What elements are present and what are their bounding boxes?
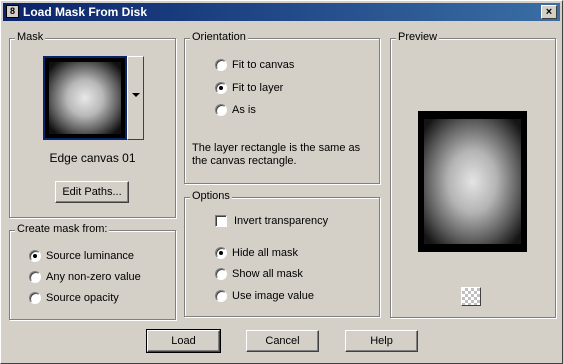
dialog-window: 8 Load Mask From Disk × Mask Edge canvas… [0,0,563,364]
radio-indicator [29,292,41,304]
radio-label: Any non-zero value [46,271,141,283]
radio-label: Source opacity [46,292,119,304]
radio-label: Source luminance [46,250,135,262]
checkbox-indicator [215,215,227,227]
mask-name: Edge canvas 01 [49,151,136,165]
radio-indicator [215,59,227,71]
radio-indicator [29,250,41,262]
radio-indicator [215,247,227,259]
app-icon: 8 [6,5,19,18]
preview-legend: Preview [396,31,440,43]
radio-use-image-value[interactable]: Use image value [215,290,314,302]
orientation-legend: Orientation [190,31,248,43]
load-button[interactable]: Load [146,329,221,353]
mask-thumbnail[interactable] [43,56,127,140]
close-button[interactable]: × [541,5,557,19]
radio-label: Hide all mask [232,247,299,259]
radio-indicator [215,82,227,94]
radio-hide-all-mask[interactable]: Hide all mask [215,247,298,259]
radio-indicator [215,104,227,116]
radio-as-is[interactable]: As is [215,104,256,116]
title-bar[interactable]: 8 Load Mask From Disk × [3,3,560,21]
edit-paths-button[interactable]: Edit Paths... [55,181,129,203]
radio-fit-to-canvas[interactable]: Fit to canvas [215,59,294,71]
invert-transparency-checkbox[interactable]: Invert transparency [215,215,328,227]
create-mask-legend: Create mask from: [15,223,110,235]
radio-label: Fit to layer [232,82,284,94]
mask-dropdown-button[interactable] [127,56,144,140]
radio-any-non-zero[interactable]: Any non-zero value [29,271,141,283]
checkerboard-icon[interactable] [461,287,481,306]
radio-source-opacity[interactable]: Source opacity [29,292,119,304]
chevron-down-icon [132,93,140,97]
radio-label: Use image value [232,290,314,302]
window-title: Load Mask From Disk [23,5,148,19]
radio-show-all-mask[interactable]: Show all mask [215,268,303,280]
orientation-description: The layer rectangle is the same as the c… [192,142,361,167]
radio-label: As is [232,104,256,116]
radio-indicator [215,268,227,280]
options-legend: Options [190,190,232,202]
radio-label: Show all mask [232,268,303,280]
radio-fit-to-layer[interactable]: Fit to layer [215,82,283,94]
help-button[interactable]: Help [345,330,418,352]
radio-label: Fit to canvas [232,59,295,71]
checkbox-label: Invert transparency [234,215,329,227]
cancel-button[interactable]: Cancel [246,330,319,352]
radio-indicator [29,271,41,283]
radio-indicator [215,290,227,302]
preview-image [418,111,527,252]
mask-legend: Mask [15,31,46,43]
radio-source-luminance[interactable]: Source luminance [29,250,134,262]
